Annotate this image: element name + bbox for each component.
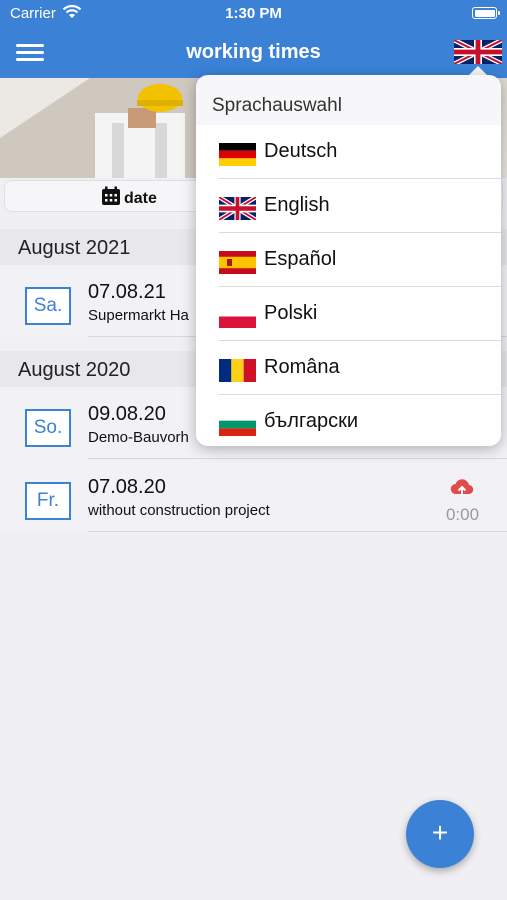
- nav-bar: working times: [0, 28, 507, 78]
- bulgaria-flag-icon: [219, 413, 256, 436]
- entry-project: Demo-Bauvorh: [88, 429, 189, 446]
- uk-flag-icon[interactable]: [454, 40, 502, 64]
- divider: [88, 531, 507, 532]
- entry-date: 09.08.20: [88, 403, 166, 425]
- entry-duration: 0:00: [445, 505, 480, 524]
- battery-icon: [472, 7, 500, 19]
- language-item-romana[interactable]: Româna: [196, 341, 501, 395]
- cloud-upload-icon[interactable]: [450, 478, 474, 498]
- germany-flag-icon: [219, 143, 256, 166]
- entry-project: Supermarkt Ha: [88, 307, 189, 324]
- list-item[interactable]: Fr. 07.08.20 without construction projec…: [0, 460, 507, 532]
- uk-flag-icon: [219, 197, 256, 220]
- date-segment-label: date: [124, 190, 157, 207]
- date-segment[interactable]: date: [101, 186, 157, 208]
- language-label: Polski: [264, 302, 318, 324]
- language-label: български: [264, 410, 358, 432]
- language-item-deutsch[interactable]: Deutsch: [196, 125, 501, 179]
- language-item-espanol[interactable]: Español: [196, 233, 501, 287]
- plus-icon: +: [431, 817, 449, 848]
- language-item-english[interactable]: English: [196, 179, 501, 233]
- calendar-icon: [102, 186, 120, 205]
- add-entry-button[interactable]: +: [406, 800, 474, 868]
- weekday-badge: Sa.: [25, 287, 71, 325]
- language-item-bulgarian[interactable]: български: [196, 395, 501, 446]
- language-label: Español: [264, 248, 337, 270]
- language-menu-title: Sprachauswahl: [212, 95, 342, 116]
- spain-flag-icon: [219, 251, 256, 274]
- entry-date: 07.08.21: [88, 281, 166, 303]
- status-bar: Carrier 1:30 PM: [0, 0, 507, 28]
- weekday-badge: So.: [25, 409, 71, 447]
- romania-flag-icon: [219, 359, 256, 382]
- poland-flag-icon: [219, 305, 256, 328]
- language-label: Deutsch: [264, 140, 338, 162]
- language-label: English: [264, 194, 330, 216]
- language-list: Deutsch English Español Polski Româna бъ…: [196, 125, 501, 446]
- divider: [88, 458, 507, 459]
- language-item-polski[interactable]: Polski: [196, 287, 501, 341]
- language-popover: Sprachauswahl Deutsch English Español Po…: [196, 75, 501, 446]
- page-title: working times: [186, 41, 321, 63]
- entry-project: without construction project: [88, 502, 270, 519]
- weekday-badge: Fr.: [25, 482, 71, 520]
- language-label: Româna: [264, 356, 340, 378]
- entry-date: 07.08.20: [88, 476, 166, 498]
- clock: 1:30 PM: [225, 5, 282, 22]
